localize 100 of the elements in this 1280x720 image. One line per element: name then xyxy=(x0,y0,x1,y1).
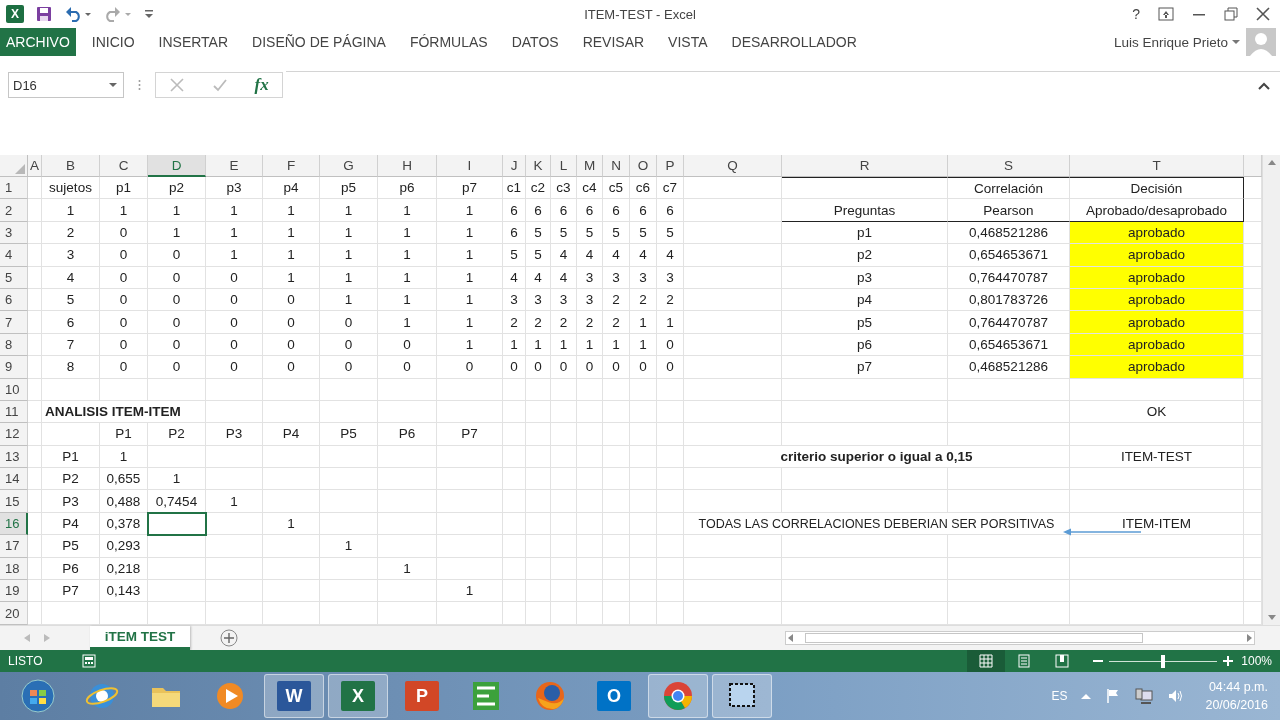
table-cell[interactable]: 5 xyxy=(630,221,657,245)
table-cell[interactable]: 3 xyxy=(503,288,526,312)
table-cell[interactable]: p7 xyxy=(437,177,503,200)
table-cell[interactable]: 0 xyxy=(100,221,148,245)
ribbon-tab[interactable]: DISEÑO DE PÁGINA xyxy=(240,28,398,56)
table-cell[interactable]: 1 xyxy=(148,468,206,491)
table-cell[interactable]: 1 xyxy=(630,333,657,357)
powerpoint-logo[interactable]: P xyxy=(405,681,439,711)
table-cell[interactable]: 1 xyxy=(603,333,630,357)
row-header[interactable]: 19 xyxy=(0,580,28,603)
ribbon-tab[interactable]: REVISAR xyxy=(570,28,657,56)
scroll-right-icon[interactable] xyxy=(1247,634,1252,642)
scroll-down-icon[interactable] xyxy=(1267,615,1276,621)
table-cell[interactable]: 0,218 xyxy=(100,557,148,581)
table-cell[interactable]: P3 xyxy=(42,490,100,513)
table-cell[interactable]: 5 xyxy=(503,244,526,267)
column-header[interactable]: R xyxy=(782,155,948,177)
table-cell[interactable]: 3 xyxy=(577,266,603,289)
table-cell[interactable]: 1 xyxy=(148,221,206,245)
table-cell[interactable]: 1 xyxy=(378,557,437,581)
table-cell[interactable]: 5 xyxy=(526,221,551,245)
table-cell[interactable]: 1 xyxy=(263,221,320,245)
table-cell[interactable] xyxy=(782,177,948,200)
table-cell[interactable]: 5 xyxy=(551,221,577,245)
table-cell[interactable]: 0 xyxy=(378,356,437,379)
table-cell[interactable]: 2 xyxy=(577,311,603,334)
taskbar-button[interactable] xyxy=(712,674,772,718)
column-header[interactable]: I xyxy=(437,155,503,177)
column-header[interactable]: L xyxy=(551,155,577,177)
table-cell[interactable]: P3 xyxy=(206,423,263,446)
horizontal-scrollbar[interactable] xyxy=(785,631,1255,645)
table-cell[interactable]: aprobado xyxy=(1070,333,1244,357)
table-cell[interactable]: 1 xyxy=(320,199,378,222)
table-cell[interactable]: 0,655 xyxy=(100,468,148,491)
table-cell[interactable]: 0 xyxy=(603,356,630,379)
table-cell[interactable]: 1 xyxy=(437,311,503,334)
row-header[interactable]: 7 xyxy=(0,311,28,334)
table-cell[interactable]: aprobado xyxy=(1070,266,1244,289)
table-cell[interactable]: 2 xyxy=(42,221,100,245)
table-cell[interactable]: 1 xyxy=(526,333,551,357)
table-cell[interactable]: p1 xyxy=(782,221,948,245)
table-cell[interactable]: Pearson xyxy=(948,199,1070,222)
ribbon-tab[interactable]: FÓRMULAS xyxy=(397,28,500,56)
table-cell[interactable]: 6 xyxy=(551,199,577,222)
table-cell[interactable]: Aprobado/desaprobado xyxy=(1070,199,1244,222)
column-header[interactable]: M xyxy=(577,155,603,177)
table-cell[interactable]: 1 xyxy=(206,199,263,222)
table-cell[interactable]: 0 xyxy=(320,333,378,357)
page-layout-icon[interactable] xyxy=(1017,654,1032,668)
table-cell[interactable]: 2 xyxy=(551,311,577,334)
table-cell[interactable]: 2 xyxy=(603,311,630,334)
table-cell[interactable]: 6 xyxy=(526,199,551,222)
previous-sheet-icon[interactable] xyxy=(24,634,30,642)
help-button[interactable]: ? xyxy=(1132,6,1140,22)
column-header[interactable]: C xyxy=(100,155,148,177)
table-cell[interactable]: criterio superior o igual a 0,15 xyxy=(684,445,1070,469)
table-cell[interactable]: p7 xyxy=(782,356,948,379)
table-cell[interactable]: 1 xyxy=(378,266,437,289)
row-header[interactable]: 14 xyxy=(0,468,28,491)
table-cell[interactable]: 5 xyxy=(577,221,603,245)
table-cell[interactable]: 0 xyxy=(263,311,320,334)
ribbon-tab[interactable]: DATOS xyxy=(499,28,571,56)
table-cell[interactable]: 0 xyxy=(206,311,263,334)
network-icon[interactable] xyxy=(1135,688,1154,704)
table-cell[interactable]: TODAS LAS CORRELACIONES DEBERIAN SER PORSITIVAS xyxy=(684,512,1070,536)
row-header[interactable]: 17 xyxy=(0,535,28,558)
table-cell[interactable]: 0 xyxy=(657,356,684,379)
table-cell[interactable]: p4 xyxy=(263,177,320,200)
table-cell[interactable]: 4 xyxy=(551,244,577,267)
table-cell[interactable]: 0,7454 xyxy=(148,490,206,513)
add-sheet-icon[interactable] xyxy=(220,629,238,647)
table-cell[interactable]: p1 xyxy=(100,177,148,200)
table-cell[interactable]: 1 xyxy=(630,311,657,334)
table-cell[interactable]: 0 xyxy=(100,333,148,357)
table-cell[interactable]: 1 xyxy=(437,244,503,267)
table-cell[interactable]: 1 xyxy=(657,311,684,334)
table-cell[interactable]: P5 xyxy=(320,423,378,446)
normal-view-icon[interactable] xyxy=(979,654,994,668)
table-cell[interactable]: 6 xyxy=(603,199,630,222)
row-header[interactable]: 4 xyxy=(0,244,28,267)
vertical-scrollbar[interactable] xyxy=(1262,155,1280,625)
table-cell[interactable]: 0 xyxy=(148,356,206,379)
table-cell[interactable]: 1 xyxy=(206,490,263,513)
table-cell[interactable]: 1 xyxy=(263,244,320,267)
table-cell[interactable]: 2 xyxy=(657,288,684,312)
table-cell[interactable]: 4 xyxy=(551,266,577,289)
column-header[interactable]: P xyxy=(657,155,684,177)
ribbon-tab[interactable]: INICIO xyxy=(79,28,147,56)
ribbon-tab[interactable]: DESARROLLADOR xyxy=(719,28,869,56)
table-cell[interactable]: 0 xyxy=(263,288,320,312)
table-cell[interactable]: 1 xyxy=(320,266,378,289)
table-cell[interactable]: 1 xyxy=(42,199,100,222)
redo-icon[interactable] xyxy=(104,6,132,22)
table-cell[interactable]: ITEM-ITEM xyxy=(1070,512,1244,536)
table-cell[interactable]: 0 xyxy=(263,356,320,379)
row-header[interactable]: 20 xyxy=(0,602,28,625)
table-cell[interactable]: 0 xyxy=(577,356,603,379)
table-cell[interactable]: c5 xyxy=(603,177,630,200)
table-cell[interactable]: 0 xyxy=(630,356,657,379)
table-cell[interactable]: 0 xyxy=(206,333,263,357)
